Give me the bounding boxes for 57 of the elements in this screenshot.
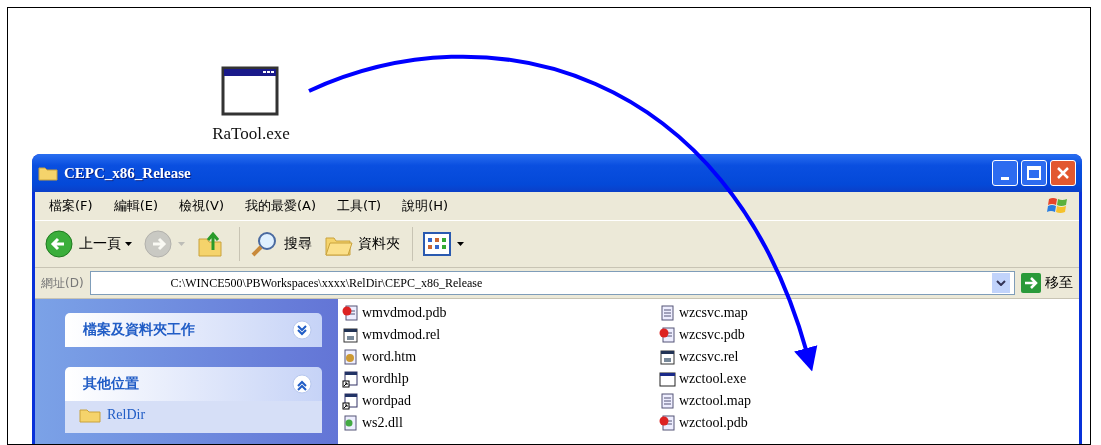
menu-item[interactable]: 我的最愛(A) [245, 197, 317, 215]
address-field[interactable]: C:\WINCE500\PBWorkspaces\xxxx\RelDir\CEPC_x86_Release [89, 271, 1015, 295]
menu-item[interactable]: 編輯(E) [113, 197, 158, 215]
window-title: CEPC_x86_Release [64, 164, 192, 182]
dll-file-icon [342, 414, 359, 432]
close-button[interactable] [1050, 160, 1076, 186]
document-icon [659, 326, 676, 344]
file-item[interactable]: ws2.dll [342, 412, 659, 434]
menu-item[interactable]: 檢視(V) [179, 197, 225, 215]
folders-button[interactable]: 資料夾 [324, 230, 400, 258]
collapse-icon[interactable] [292, 374, 312, 394]
file-item[interactable]: wzcsvc.pdb [659, 324, 976, 346]
file-item[interactable]: wordpad [342, 390, 659, 412]
close-icon [1056, 166, 1070, 180]
file-item[interactable]: wmvdmod.rel [342, 324, 659, 346]
menu-item[interactable]: 工具(T) [337, 197, 382, 215]
go-button[interactable]: 移至 [1021, 273, 1073, 293]
file-item[interactable]: wzctool.exe [659, 368, 976, 390]
window-file-icon [659, 348, 676, 366]
folder-icon [38, 165, 58, 181]
menu-item[interactable]: 檔案(F) [49, 197, 93, 215]
document-icon [659, 414, 676, 432]
text-file-icon [659, 304, 676, 322]
file-item[interactable]: wordhlp [342, 368, 659, 390]
maximize-button[interactable] [1021, 160, 1047, 186]
file-item[interactable]: word.htm [342, 346, 659, 368]
file-item[interactable]: wzcsvc.map [659, 302, 976, 324]
document-icon [342, 304, 359, 322]
web-page-icon [342, 348, 359, 366]
back-button[interactable]: 上一頁 [45, 230, 132, 258]
minimize-icon [1001, 176, 1009, 180]
views-button[interactable] [423, 230, 464, 258]
program-icon [659, 370, 676, 388]
folder-icon [79, 407, 101, 423]
panel-header[interactable]: 其他位置 [65, 367, 322, 401]
shortcut-icon [342, 392, 359, 410]
shortcut-icon [342, 370, 359, 388]
dropdown-button[interactable] [992, 273, 1010, 293]
file-item[interactable]: wzctool.map [659, 390, 976, 412]
file-item[interactable]: wzcsvc.rel [659, 346, 976, 368]
address-label: 網址(D) [41, 274, 84, 292]
windows-logo-icon [1047, 196, 1069, 216]
menu-item[interactable]: 說明(H) [402, 197, 449, 215]
window-file-icon [342, 326, 359, 344]
file-item[interactable]: wmvdmod.pdb [342, 302, 659, 324]
file-name-label: RaTool.exe [212, 124, 290, 144]
arrow-right-icon [1021, 273, 1041, 293]
maximize-icon [1027, 166, 1041, 180]
panel-header[interactable]: 檔案及資料夾工作 [65, 313, 322, 347]
views-icon [423, 230, 453, 258]
chevron-down-icon [996, 280, 1006, 286]
minimize-button[interactable] [992, 160, 1018, 186]
search-button[interactable]: 搜尋 [250, 230, 312, 258]
text-file-icon [659, 392, 676, 410]
program-icon[interactable] [221, 66, 281, 118]
expand-icon[interactable] [292, 320, 312, 340]
file-item[interactable]: wzctool.pdb [659, 412, 976, 434]
